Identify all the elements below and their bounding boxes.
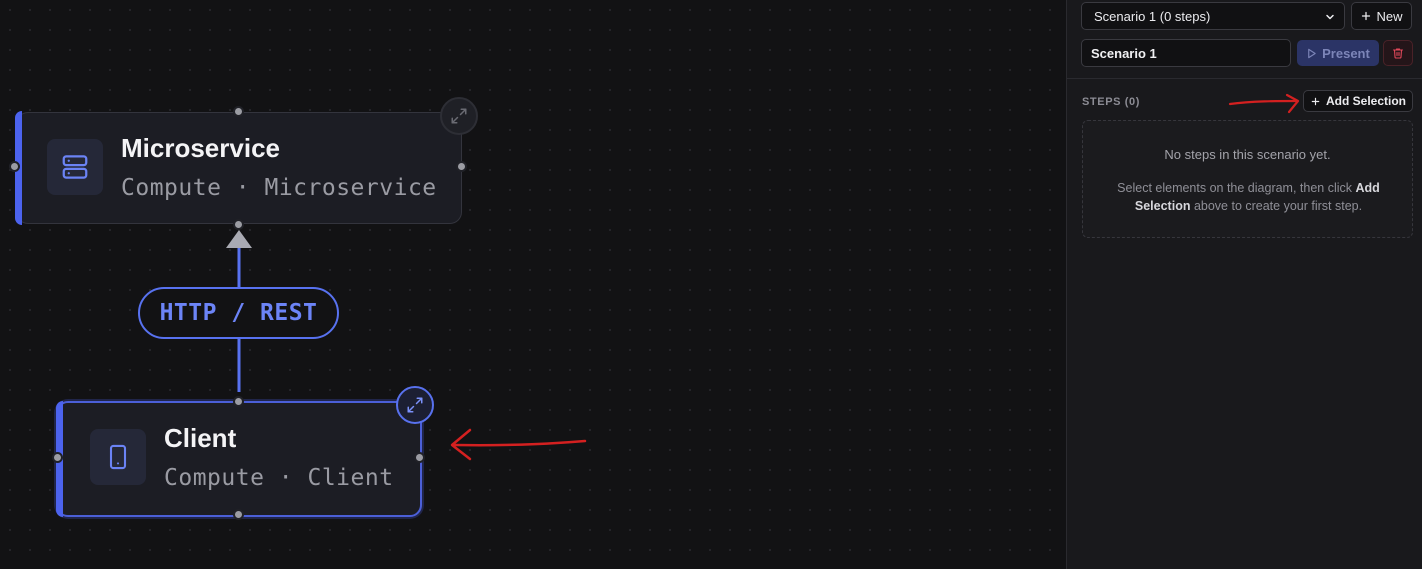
empty-state-title: No steps in this scenario yet.	[1164, 147, 1331, 162]
present-button-label: Present	[1322, 45, 1370, 61]
play-icon	[1308, 48, 1316, 58]
handle-left[interactable]	[52, 452, 63, 463]
mobile-device-icon	[90, 429, 146, 485]
server-icon	[47, 139, 103, 195]
handle-right[interactable]	[456, 161, 467, 172]
handle-right[interactable]	[414, 452, 425, 463]
scenario-name-input[interactable]	[1081, 39, 1291, 67]
plus-icon	[1362, 11, 1371, 21]
steps-heading: STEPS (0)	[1082, 96, 1140, 108]
node-title: Microservice	[121, 133, 280, 163]
expand-icon[interactable]	[440, 97, 478, 135]
node-microservice[interactable]: Microservice Compute · Microservice	[15, 111, 462, 225]
scenario-select[interactable]: Scenario 1 (0 steps)	[1081, 2, 1345, 30]
expand-icon[interactable]	[396, 386, 434, 424]
diagram-canvas[interactable]: HTTP / REST Microservice Compute · Micro…	[0, 0, 1066, 569]
handle-bottom[interactable]	[233, 219, 244, 230]
node-client[interactable]: Client Compute · Client	[56, 401, 422, 517]
trash-icon	[1392, 48, 1404, 59]
node-subtitle: Compute · Microservice	[121, 175, 437, 201]
handle-top[interactable]	[233, 106, 244, 117]
chevron-down-icon	[1326, 14, 1334, 20]
edge-label[interactable]: HTTP / REST	[138, 287, 339, 339]
empty-state-description: Select elements on the diagram, then cli…	[1117, 181, 1380, 213]
add-selection-label: Add Selection	[1325, 94, 1406, 108]
handle-left[interactable]	[9, 161, 20, 172]
node-title: Client	[164, 423, 237, 453]
annotation-arrow-icon	[450, 428, 587, 461]
annotation-arrow-icon	[1228, 93, 1300, 114]
present-button[interactable]: Present	[1297, 40, 1379, 66]
add-selection-button[interactable]: Add Selection	[1303, 90, 1413, 112]
edge-arrowhead	[226, 230, 252, 248]
steps-empty-state: No steps in this scenario yet. Select el…	[1082, 120, 1413, 238]
delete-scenario-button[interactable]	[1383, 40, 1413, 66]
new-button-label: New	[1376, 8, 1403, 24]
node-subtitle: Compute · Client	[164, 465, 394, 491]
handle-bottom[interactable]	[233, 509, 244, 520]
panel-divider	[1067, 78, 1422, 79]
new-scenario-button[interactable]: New	[1351, 2, 1412, 30]
handle-top[interactable]	[233, 396, 244, 407]
scenario-select-value: Scenario 1 (0 steps)	[1094, 9, 1211, 24]
plus-icon	[1311, 97, 1320, 105]
scenario-panel: Scenario 1 (0 steps) New Present STEPS (…	[1066, 0, 1422, 569]
